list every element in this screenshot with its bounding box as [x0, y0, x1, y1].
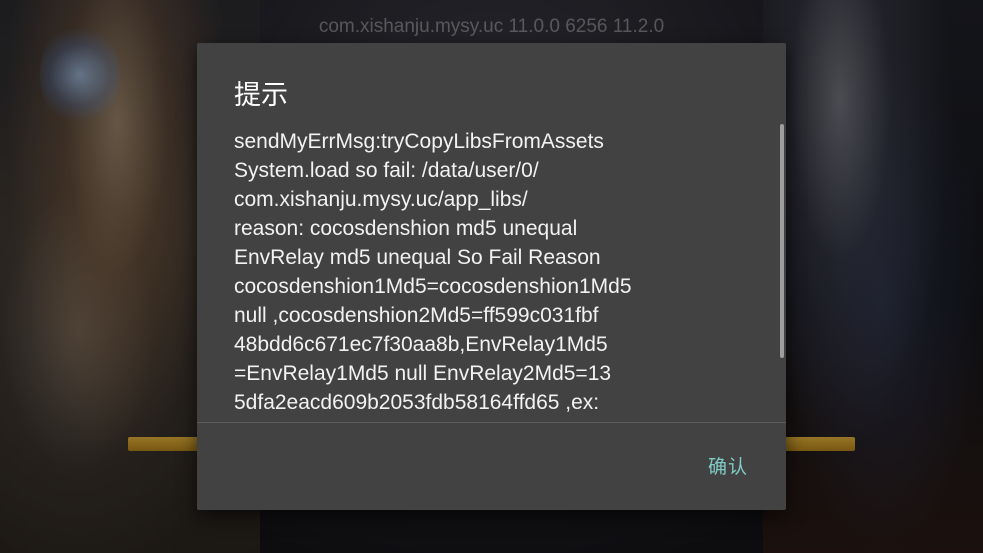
- message-line: sendMyErrMsg:tryCopyLibsFromAssets: [234, 130, 604, 153]
- confirm-button[interactable]: 确认: [700, 448, 756, 483]
- message-line: cocosdenshion1Md5=cocosdenshion1Md5: [234, 275, 632, 298]
- message-line: com.xishanju.mysy.uc/app_libs/: [234, 188, 528, 211]
- scrollbar-thumb[interactable]: [780, 124, 784, 358]
- alert-dialog: 提示 sendMyErrMsg:tryCopyLibsFromAssets Sy…: [197, 43, 786, 510]
- dialog-message[interactable]: sendMyErrMsg:tryCopyLibsFromAssets Syste…: [234, 127, 754, 423]
- dialog-divider: [197, 422, 786, 423]
- message-line: System.load so fail: /data/user/0/: [234, 159, 539, 182]
- message-scrollbar[interactable]: [778, 124, 786, 423]
- message-line: 5dfa2eacd609b2053fdb58164ffd65 ,ex:: [234, 391, 600, 414]
- message-line: 48bdd6c671ec7f30aa8b,EnvRelay1Md5: [234, 333, 608, 356]
- message-line: null ,cocosdenshion2Md5=ff599c031fbf: [234, 304, 599, 327]
- message-line: =EnvRelay1Md5 null EnvRelay2Md5=13: [234, 362, 612, 385]
- game-screen: com.xishanju.mysy.uc 11.0.0 6256 11.2.0 …: [0, 0, 983, 553]
- dialog-title: 提示: [234, 80, 288, 111]
- message-line: reason: cocosdenshion md5 unequal: [234, 217, 578, 240]
- message-line: EnvRelay md5 unequal So Fail Reason: [234, 246, 601, 269]
